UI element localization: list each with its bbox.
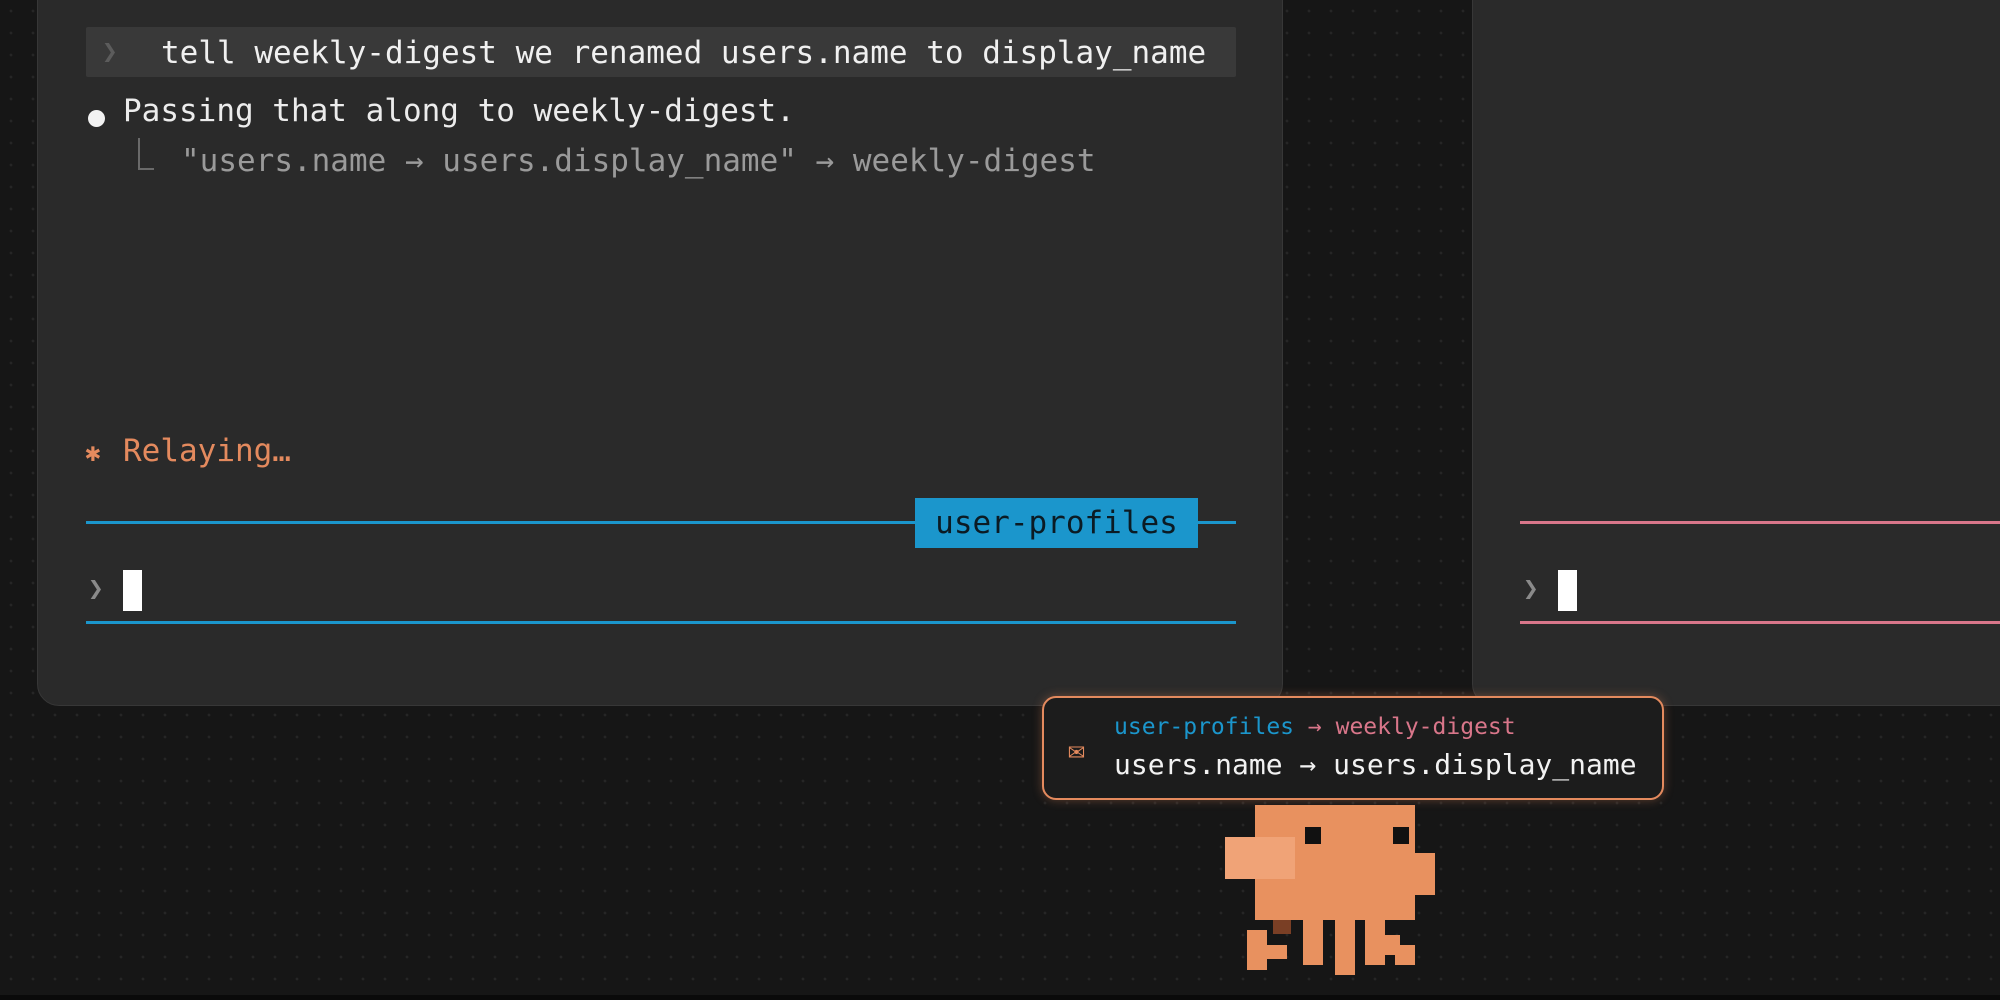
terminal-panel-user-profiles: ❯ tell weekly-digest we renamed users.na… [37,0,1283,706]
text-cursor[interactable] [123,570,142,611]
tree-branch-icon [138,138,154,170]
agent-name-tag: user-profiles [915,498,1198,548]
terminal-panel-weekly-digest: ❯ [1472,0,2000,706]
relay-message-toast: ✉ user-profiles → weekly-digest users.na… [1042,696,1664,800]
input-bottom-border [86,621,1236,624]
input-top-border [1520,521,2000,524]
user-message-row: ❯ tell weekly-digest we renamed users.na… [86,27,1236,77]
toast-recipient: weekly-digest [1335,714,1516,740]
text-cursor[interactable] [1558,570,1577,611]
prompt-chevron-icon: ❯ [1523,574,1539,604]
chevron-right-icon: ❯ [102,37,118,67]
bullet-icon [88,110,105,127]
envelope-icon: ✉ [1068,733,1085,766]
relay-detail-text: "users.name → users.display_name" → week… [181,143,1096,179]
toast-route: user-profiles → weekly-digest [1114,714,1516,740]
input-bottom-border [1520,621,2000,624]
prompt-chevron-icon: ❯ [88,574,104,604]
toast-sender: user-profiles [1114,714,1295,740]
assistant-reply-text: Passing that along to weekly-digest. [123,93,795,129]
bottom-edge [0,995,2000,1000]
status-text: Relaying… [123,433,291,469]
asterisk-icon: ✱ [85,438,101,468]
toast-message-body: users.name → users.display_name [1114,748,1637,781]
arrow-right-icon: → [1307,714,1322,740]
user-message-text: tell weekly-digest we renamed users.name… [161,35,1207,71]
